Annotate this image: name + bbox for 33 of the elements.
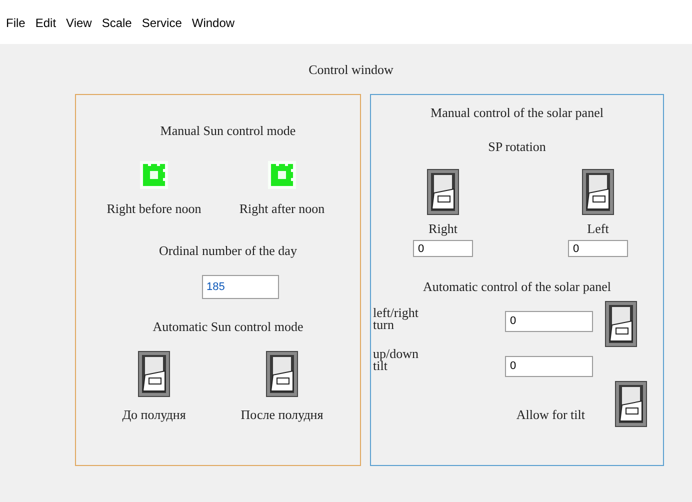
input-field[interactable]: 185	[202, 275, 278, 299]
field-label: left/right turn	[373, 306, 420, 330]
toggle-switch[interactable]	[605, 300, 637, 346]
toggle-switch[interactable]	[138, 350, 170, 396]
section-title: Automatic control of the solar panel	[422, 278, 612, 296]
toggle-switch[interactable]	[266, 350, 298, 396]
section-title: SP rotation	[488, 138, 546, 156]
toggle-switch[interactable]	[427, 168, 459, 214]
switch-label: Right	[428, 220, 458, 238]
indicator-label: Right after noon	[239, 200, 325, 218]
input-field[interactable]: 0	[505, 310, 593, 332]
switch-label: Left	[587, 220, 609, 238]
indicator-label: Right before noon	[106, 200, 202, 218]
switch-label: Allow for tilt	[516, 406, 585, 424]
switch-label: После полудня	[240, 406, 324, 424]
input-field[interactable]: 0	[505, 356, 593, 376]
switch-label: До полудня	[122, 406, 186, 424]
menu-item[interactable]: Edit	[35, 14, 56, 32]
menu-item[interactable]: File	[6, 14, 26, 32]
input-field[interactable]: 0	[568, 240, 628, 257]
menu-item[interactable]: View	[66, 14, 92, 32]
section-title: Automatic Sun control mode	[152, 318, 304, 336]
field-label: Ordinal number of the day	[159, 242, 297, 260]
menu-item[interactable]: Service	[142, 14, 182, 32]
toggle-switch[interactable]	[582, 168, 614, 214]
toggle-switch[interactable]	[615, 380, 647, 426]
menu-item[interactable]: Window	[192, 14, 235, 32]
window-title: Control window	[308, 61, 394, 79]
input-field[interactable]: 0	[413, 240, 473, 257]
field-label: up/down tilt	[373, 348, 420, 372]
section-title: Manual Sun control mode	[160, 122, 296, 140]
menu-item[interactable]: Scale	[102, 14, 132, 32]
section-title: Manual control of the solar panel	[430, 104, 604, 122]
